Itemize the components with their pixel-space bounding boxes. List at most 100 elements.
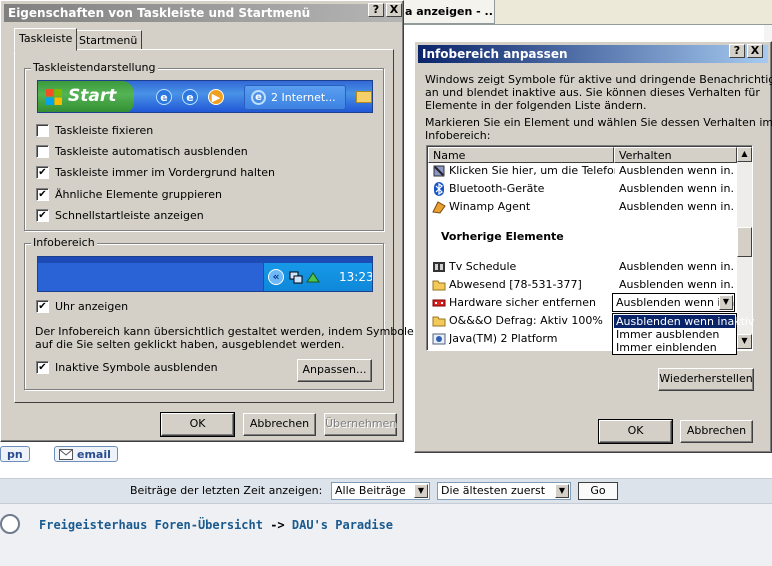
close-button[interactable]: X — [747, 44, 763, 58]
browser-tab[interactable]: a anzeigen - ... — [400, 0, 495, 24]
intro-line1: Windows zeigt Symbole für aktive und dri… — [425, 73, 772, 86]
breadcrumb-forum-link[interactable]: Freigeisterhaus Foren-Übersicht — [39, 518, 263, 532]
email-button-label: email — [77, 448, 111, 461]
item-name: Winamp Agent — [449, 200, 531, 213]
cancel-button[interactable]: Abbrechen — [243, 413, 316, 436]
list-item[interactable]: Abwesend [78-531-377] Ausblenden wenn in… — [428, 276, 737, 294]
scroll-down-icon[interactable]: ▼ — [737, 334, 752, 349]
tray-description-line2: auf die Sie selten geklickt haben, ausge… — [35, 338, 345, 351]
list-item[interactable]: Bluetooth-Geräte Ausblenden wenn in... — [428, 180, 737, 198]
ok-button[interactable]: OK — [598, 419, 673, 444]
item-name: Hardware sicher entfernen — [449, 296, 596, 309]
tab-startmenue[interactable]: Startmenü — [74, 30, 143, 50]
checkbox[interactable]: ✔ — [36, 209, 49, 222]
customize-button[interactable]: Anpassen... — [297, 359, 372, 382]
order-select-value: Die ältesten zuerst — [441, 484, 546, 497]
cancel-button[interactable]: Abbrechen — [680, 420, 753, 443]
folder-icon — [432, 316, 446, 327]
list-header: Name Verhalten — [428, 147, 737, 163]
behavior-combobox[interactable]: Ausblenden wenn ina ▼ — [612, 293, 735, 312]
tab-taskleiste[interactable]: Taskleiste — [14, 28, 78, 51]
item-name: Klicken Sie hier, um die Telefon ... — [449, 164, 615, 177]
tray: « 13:23 — [263, 263, 373, 291]
close-button[interactable]: X — [386, 3, 402, 17]
scroll-thumb[interactable] — [737, 227, 752, 257]
item-behavior: Ausblenden wenn in... — [619, 182, 735, 195]
instruction-line1: Markieren Sie ein Element und wählen Sie… — [425, 116, 772, 129]
ie-icon: e — [251, 90, 266, 105]
task-button-preview: e 2 Internet... — [244, 85, 346, 110]
forum-footer — [0, 504, 772, 566]
item-behavior: Ausblenden wenn in... — [619, 164, 735, 177]
go-button[interactable]: Go — [578, 482, 618, 500]
checkbox-label: Ähnliche Elemente gruppieren — [55, 188, 222, 201]
checkbox-label: Inaktive Symbole ausblenden — [55, 361, 218, 374]
intro-line2: an und blendet inaktive aus. Sie können … — [425, 86, 760, 99]
behavior-combobox-value: Ausblenden wenn ina — [616, 296, 735, 309]
item-name: Abwesend [78-531-377] — [449, 278, 582, 291]
checkbox[interactable]: ✔ — [36, 166, 49, 179]
ie-icon: e — [156, 89, 172, 105]
list-item[interactable]: Klicken Sie hier, um die Telefon ... Aus… — [428, 162, 737, 180]
envelope-icon — [59, 449, 73, 460]
dropdown-option-hide-inactive[interactable]: Ausblenden wenn inaktiv — [614, 315, 754, 328]
restore-button[interactable]: Wiederherstellen — [658, 368, 754, 391]
checkbox[interactable]: ✔ — [36, 361, 49, 374]
checkbox[interactable]: ✔ — [36, 300, 49, 313]
list-item[interactable]: Winamp Agent Ausblenden wenn in... — [428, 198, 737, 216]
windows-flag-icon — [46, 89, 62, 105]
bluetooth-icon — [434, 182, 444, 196]
column-header-name[interactable]: Name — [428, 147, 614, 163]
printer-icon[interactable] — [0, 514, 20, 534]
checkbox[interactable] — [36, 145, 49, 158]
period-select[interactable]: Alle Beiträge ▼ — [331, 482, 430, 500]
column-header-behavior[interactable]: Verhalten — [614, 147, 737, 163]
notification-area-label: Infobereich — [31, 236, 97, 249]
winamp-icon — [432, 201, 446, 214]
folder-icon — [432, 280, 446, 291]
help-button[interactable]: ? — [729, 44, 745, 58]
dropdown-option-always-show[interactable]: Immer einblenden — [614, 341, 735, 354]
checkbox-label: Taskleiste fixieren — [55, 124, 154, 137]
checkbox[interactable]: ✔ — [36, 188, 49, 201]
checkbox[interactable] — [36, 124, 49, 137]
phone-icon — [433, 165, 445, 177]
chevron-down-icon: ▼ — [555, 484, 569, 498]
order-select[interactable]: Die ältesten zuerst ▼ — [437, 482, 571, 500]
dropdown-option-always-hide[interactable]: Immer ausblenden — [614, 328, 735, 341]
email-button[interactable]: email — [54, 446, 118, 462]
period-select-value: Alle Beiträge — [335, 484, 406, 497]
chevron-down-icon[interactable]: ▼ — [719, 295, 733, 310]
film-icon — [433, 262, 445, 272]
breadcrumb: Freigeisterhaus Foren-Übersicht -> DAU's… — [39, 518, 393, 532]
item-name: O&&&O Defrag: Aktiv 100% — [449, 314, 603, 327]
help-button[interactable]: ? — [368, 3, 384, 17]
notification-area-preview: « 13:23 — [37, 256, 373, 292]
scroll-up-icon[interactable]: ▲ — [737, 147, 752, 162]
ok-button[interactable]: OK — [160, 412, 235, 437]
intro-line3: Elemente in der folgenden Liste ändern. — [425, 99, 647, 112]
network-icon — [289, 271, 303, 284]
apply-button[interactable]: Übernehmen — [324, 413, 397, 436]
pn-button[interactable]: pn — [0, 446, 30, 462]
pn-button-label: pn — [7, 448, 23, 461]
checkbox-label: Taskleiste immer im Vordergrund halten — [55, 166, 276, 179]
hardware-icon — [306, 272, 320, 283]
checkbox-label: Taskleiste automatisch ausblenden — [55, 145, 248, 158]
hardware-remove-icon — [432, 299, 446, 307]
breadcrumb-section-link[interactable]: DAU's Paradise — [292, 518, 393, 532]
dialog-title: Eigenschaften von Taskleiste und Startme… — [4, 4, 402, 22]
java-icon — [432, 333, 446, 345]
item-behavior: Ausblenden wenn in... — [619, 278, 735, 291]
item-name: Bluetooth-Geräte — [449, 182, 545, 195]
item-behavior: Ausblenden wenn in... — [619, 260, 735, 273]
section-label: Vorherige Elemente — [441, 230, 564, 243]
ie-icon: e — [182, 89, 198, 105]
list-item[interactable]: Tv Schedule Ausblenden wenn in... — [428, 258, 737, 276]
taskbar-appearance-label: Taskleistendarstellung — [31, 61, 158, 74]
breadcrumb-separator: -> — [270, 518, 285, 532]
chevron-left-icon: « — [268, 269, 284, 285]
clock: 13:23 — [339, 270, 373, 284]
instruction-line2: Infobereich: — [425, 129, 491, 142]
checkbox-label: Schnellstartleiste anzeigen — [55, 209, 204, 222]
